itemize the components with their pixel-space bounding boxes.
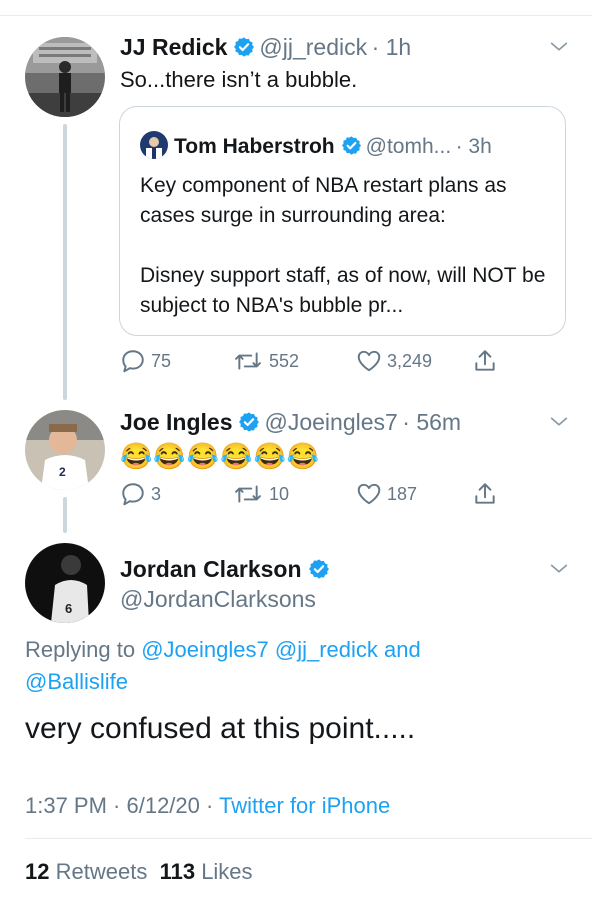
verified-badge-icon xyxy=(308,558,330,580)
retweet-count: 552 xyxy=(269,350,300,371)
tweet2-actions: 3 10 187 xyxy=(120,481,560,511)
chevron-down-icon[interactable] xyxy=(548,36,570,58)
tweet1-time[interactable]: · 1h xyxy=(372,34,412,60)
chevron-down-icon[interactable] xyxy=(548,411,570,433)
like-total: 113 xyxy=(159,859,196,884)
like-button[interactable]: 3,249 xyxy=(356,348,432,374)
like-icon xyxy=(356,348,382,374)
retweet-count: 10 xyxy=(269,483,290,504)
like-button[interactable]: 187 xyxy=(356,481,417,507)
retweets-stat[interactable]: 12 Retweets xyxy=(25,859,147,884)
tweet2-time[interactable]: · 56m xyxy=(402,409,461,435)
share-button[interactable] xyxy=(472,481,498,507)
chevron-down-icon[interactable] xyxy=(548,558,570,580)
quoted-tweet-card[interactable]: Tom Haberstroh @tomh... · 3h Key componen… xyxy=(119,106,566,336)
thread-line xyxy=(63,124,67,400)
tweet2-author-name[interactable]: Joe Ingles xyxy=(120,409,232,435)
retweet-button[interactable]: 552 xyxy=(232,348,299,374)
tweet1-actions: 75 552 3,249 xyxy=(120,348,560,378)
tweet3-meta: 1:37 PM · 6/12/20 · Twitter for iPhone xyxy=(25,793,390,819)
tweet3-author-name[interactable]: Jordan Clarkson xyxy=(120,556,302,582)
mention-and[interactable]: and xyxy=(384,637,421,662)
tweet1-header: JJ Redick @jj_redick · 1h xyxy=(120,34,411,61)
mention-joeingles7[interactable]: @Joeingles7 xyxy=(141,637,269,662)
like-count: 3,249 xyxy=(387,350,433,371)
verified-badge-icon xyxy=(238,411,260,433)
quote-handle: @tomh... xyxy=(365,135,452,158)
quote-header: Tom Haberstroh @tomh... · 3h xyxy=(140,131,492,159)
tweet2-handle[interactable]: @Joeingles7 xyxy=(264,409,397,435)
jersey-number: 6 xyxy=(65,601,72,616)
tweet1-text: So...there isn’t a bubble. xyxy=(120,67,358,92)
stats-divider xyxy=(25,838,592,839)
retweet-total: 12 xyxy=(25,859,50,884)
avatar-photo-icon xyxy=(140,131,168,159)
quote-text: Key component of NBA restart plans as ca… xyxy=(140,171,555,321)
tweet1-handle[interactable]: @jj_redick xyxy=(259,34,367,60)
like-count: 187 xyxy=(387,483,418,504)
tweet2-text: 😂😂😂😂😂😂 xyxy=(120,441,321,471)
avatar-photo-icon: 2 xyxy=(25,410,105,490)
reply-count: 75 xyxy=(151,350,172,371)
quote-paragraph-2: Disney support staff, as of now, will NO… xyxy=(140,264,546,317)
tweet3-handle[interactable]: @JordanClarksons xyxy=(120,586,316,612)
quote-paragraph-1: Key component of NBA restart plans as ca… xyxy=(140,174,507,227)
jersey-number: 2 xyxy=(59,465,66,479)
like-icon xyxy=(356,481,382,507)
tweet3-text: very confused at this point..... xyxy=(25,712,416,745)
thread-line xyxy=(63,497,67,533)
replying-to-line: Replying to @Joeingles7 @jj_redick and @… xyxy=(25,634,565,698)
avatar-tom-haberstroh xyxy=(140,131,168,159)
replying-prefix: Replying to xyxy=(25,637,136,662)
share-icon xyxy=(472,481,498,507)
tweet3-stats: 12 Retweets 113 Likes xyxy=(25,859,253,885)
top-divider xyxy=(0,15,592,16)
retweet-icon xyxy=(232,348,264,374)
mention-ballislife[interactable]: @Ballislife xyxy=(25,669,128,694)
avatar-photo-icon: 6 xyxy=(25,543,105,623)
tweet3-author: Jordan Clarkson xyxy=(120,556,334,583)
retweet-button[interactable]: 10 xyxy=(232,481,289,507)
verified-badge-icon xyxy=(341,135,362,156)
tweet3-source[interactable]: Twitter for iPhone xyxy=(219,793,390,818)
share-button[interactable] xyxy=(472,348,498,374)
reply-icon xyxy=(120,348,146,374)
tweet1-author-name[interactable]: JJ Redick xyxy=(120,34,227,60)
reply-button[interactable]: 75 xyxy=(120,348,171,374)
retweets-label: Retweets xyxy=(55,859,148,884)
avatar-photo-icon xyxy=(25,37,105,117)
mention-jj-redick[interactable]: @jj_redick xyxy=(275,637,378,662)
likes-label: Likes xyxy=(201,859,253,884)
tweet3-timestamp[interactable]: 1:37 PM · 6/12/20 · xyxy=(25,793,213,818)
verified-badge-icon xyxy=(233,36,255,58)
quote-author-name: Tom Haberstroh xyxy=(174,135,335,158)
likes-stat[interactable]: 113 Likes xyxy=(160,859,253,884)
avatar-jordan-clarkson[interactable]: 6 xyxy=(25,543,105,623)
avatar-jj-redick[interactable] xyxy=(25,37,105,117)
avatar-joe-ingles[interactable]: 2 xyxy=(25,410,105,490)
share-icon xyxy=(472,348,498,374)
reply-button[interactable]: 3 xyxy=(120,481,161,507)
reply-count: 3 xyxy=(151,483,162,504)
reply-icon xyxy=(120,481,146,507)
tweet3-handle-row: @JordanClarksons xyxy=(120,586,316,613)
quote-time: · 3h xyxy=(455,135,492,158)
retweet-icon xyxy=(232,481,264,507)
tweet2-header: Joe Ingles @Joeingles7 · 56m xyxy=(120,409,461,436)
